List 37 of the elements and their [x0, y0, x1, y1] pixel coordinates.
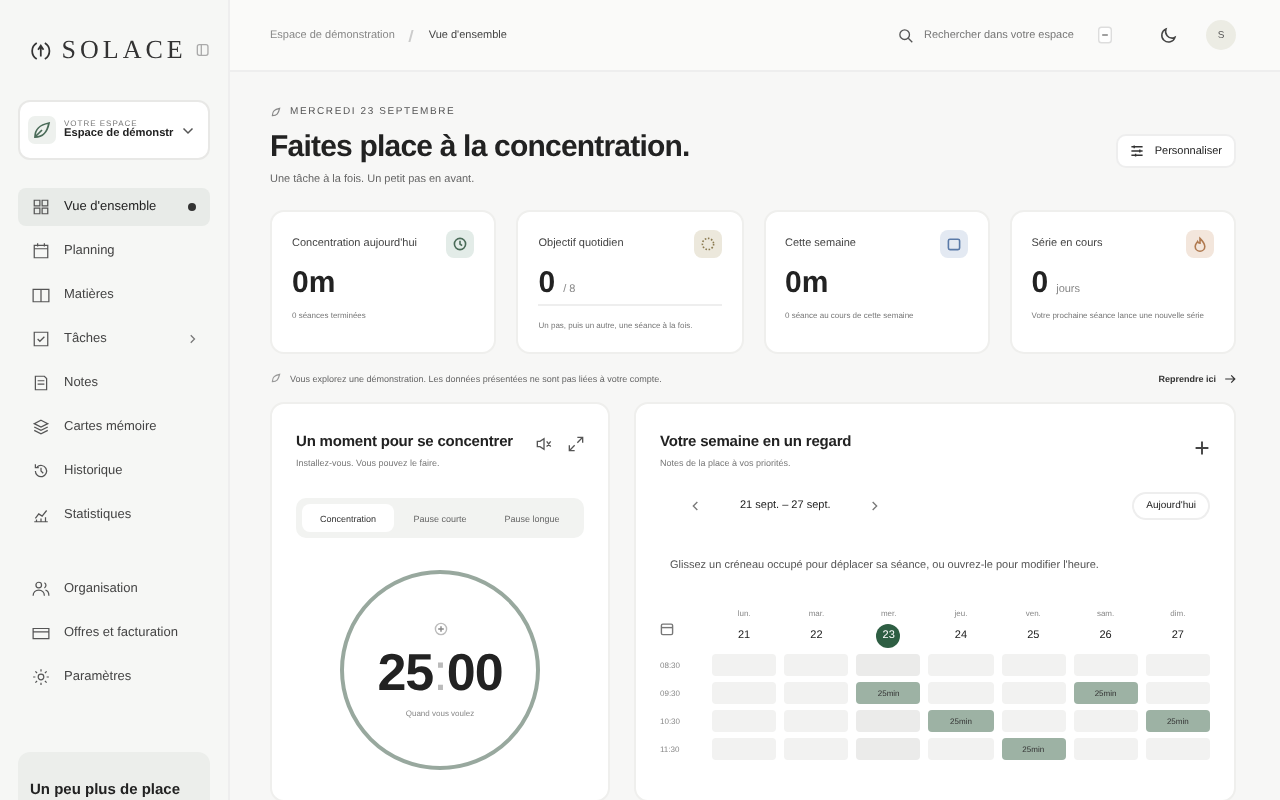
chevron-down-icon — [181, 124, 194, 136]
logo-icon — [30, 37, 52, 63]
nav-icon — [32, 624, 50, 642]
stat-value: 0m — [785, 266, 829, 300]
brand-name: SOLACE — [61, 34, 187, 66]
shortcut-key-icon — [1098, 26, 1112, 44]
leaf-icon — [28, 116, 56, 144]
arrow-right-icon — [1224, 373, 1236, 383]
search-icon — [898, 27, 914, 43]
nav-icon — [32, 580, 50, 598]
chevron-right-icon[interactable] — [870, 500, 879, 512]
page-title: Faites place à la concentration. — [270, 130, 690, 164]
sliders-icon — [1130, 144, 1145, 158]
add-icon[interactable] — [1194, 440, 1210, 456]
leaf-icon — [270, 372, 282, 384]
plus-icon[interactable] — [433, 622, 447, 636]
nav-icon — [32, 198, 50, 216]
stat-value: 0 — [1031, 266, 1049, 300]
moon-icon[interactable] — [1160, 26, 1178, 44]
expand-icon[interactable] — [568, 436, 584, 452]
nav-icon — [32, 668, 50, 686]
nav-icon — [32, 374, 50, 392]
nav-icon — [32, 286, 50, 304]
leaf-icon — [270, 106, 282, 118]
nav-icon — [32, 506, 50, 524]
timer-display: 25:00 — [377, 642, 503, 704]
nav-icon — [32, 462, 50, 480]
sidebar-toggle-icon[interactable] — [196, 42, 210, 58]
chevron-left-icon[interactable] — [692, 500, 700, 512]
stat-value: 0 — [538, 266, 556, 300]
nav-icon — [32, 242, 50, 260]
nav-icon — [32, 330, 50, 348]
nav-icon — [32, 418, 50, 436]
stat-value: 0m — [292, 266, 336, 300]
mute-icon[interactable] — [536, 436, 552, 452]
calendar-icon — [660, 621, 674, 635]
active-dot-icon — [188, 202, 196, 212]
